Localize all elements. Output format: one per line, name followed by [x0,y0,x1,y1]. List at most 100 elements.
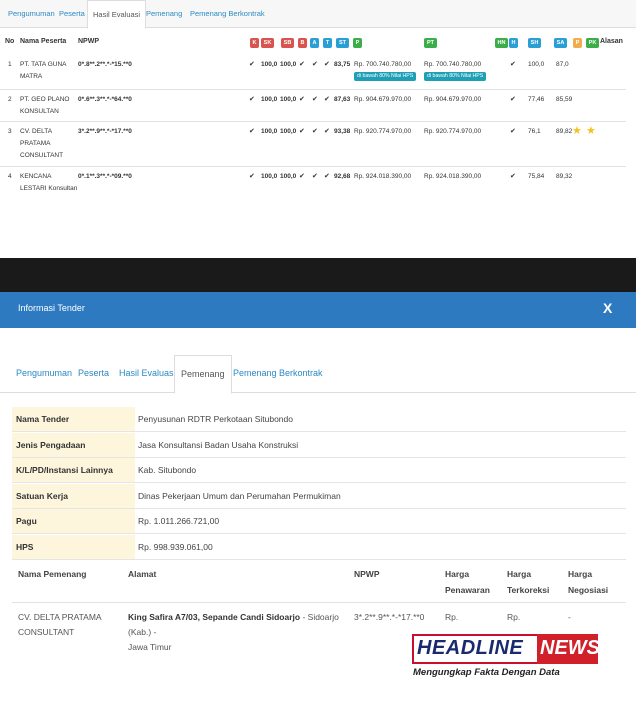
row-nama: PT. TATA GUNA [20,61,67,68]
field-value: Jasa Konsultansi Badan Usaha Konstruksi [138,439,299,450]
check-icon: ✔ [249,61,255,68]
field-row: Satuan Kerja Dinas Pekerjaan Umum dan Per… [12,483,626,509]
modal-tab-hasil-evaluasi[interactable]: Hasil Evaluasi [113,355,182,392]
modal-tab-pemenang[interactable]: Pemenang [174,355,232,394]
row-harga-terkoreksi: Rp. 920.774.970,00 [424,128,482,135]
check-icon: ✔ [324,128,330,135]
star-icon: ★ [586,125,596,137]
field-row: Nama Tender Penyusunan RDTR Perkotaan Sit… [12,407,626,432]
tab-hasil-evaluasi[interactable]: Hasil Evaluasi [87,0,147,29]
badge-p-13: P [573,38,582,48]
row-nama: KONSULTAN [20,108,59,115]
modal-tab-pemenang-berkontrak[interactable]: Pemenang Berkontrak [227,355,329,392]
modal-tab-peserta[interactable]: Peserta [72,355,115,392]
logo-text-headline: HEADLINE [417,637,524,659]
field-value: Dinas Pekerjaan Umum dan Perumahan Permu… [138,490,341,501]
winner-col-alamat: Alamat [128,569,157,579]
check-icon: ✔ [510,96,516,103]
col-no-header: No [5,38,15,45]
tab-pengumuman[interactable]: Pengumuman [3,0,60,27]
row-score-sb: 100,0 [280,173,297,180]
tab-pemenang[interactable]: Pemenang [141,0,187,27]
field-row: K/L/PD/Instansi Lainnya Kab. Situbondo [12,458,626,483]
row-sa: 85,59 [556,96,573,103]
below-hps-tag: di bawah 80% Nilai HPS [354,72,417,81]
close-icon[interactable]: X [603,300,612,316]
row-skor: 93,38 [334,128,351,135]
modal-title: Informasi Tender [18,303,85,313]
tab-pemenang-berkontrak[interactable]: Pemenang Berkontrak [185,0,270,27]
field-row: Pagu Rp. 1.011.266.721,00 [12,509,626,534]
check-icon: ✔ [299,96,305,103]
winner-nama: CV. DELTA PRATAMA CONSULTANT [18,612,102,637]
row-no: 4 [8,173,12,180]
row-harga-terkoreksi: Rp. 924.018.390,00 [424,173,482,180]
row-harga-penawaran: Rp. 904.679.970,00 [354,96,412,103]
badge-sb-2: SB [281,38,294,48]
winner-col-harga-terkoreksi: Harga Terkoreksi [507,569,550,595]
row-nama: PRATAMA [20,140,51,147]
tab-peserta[interactable]: Peserta [54,0,90,27]
badge-sa-12: SA [554,38,567,48]
winner-col-harga-penawaran: Harga Penawaran [445,569,490,595]
field-label: Jenis Pengadaan [12,432,135,457]
row-sh: 76,1 [528,128,541,135]
col-alasan-header: Alasan [600,38,623,45]
check-icon: ✔ [312,128,318,135]
field-row: HPS Rp. 998.939.061,00 [12,534,626,560]
check-icon: ✔ [312,96,318,103]
row-skor: 92,68 [334,173,351,180]
row-sa: 87,0 [556,61,569,68]
modal-tab-pengumuman[interactable]: Pengumuman [10,355,78,392]
row-npwp: 0*.6**.3**.*-*64.**0 [78,96,132,103]
row-score-sk: 100,0 [261,96,278,103]
row-nama: LESTARI Konsultan [20,185,78,192]
winner-npwp: 3*.2**.9**.*-*17.**0 [354,612,425,622]
check-icon: ✔ [249,173,255,180]
badge-pk-14: PK [586,38,599,48]
row-sa: 89,32 [556,173,573,180]
backdrop-band [0,258,636,294]
row-npwp: 3*.2**.9**.*-*17.**0 [78,128,132,135]
star-icon: ★ [572,125,582,137]
check-icon: ✔ [510,128,516,135]
check-icon: ✔ [299,61,305,68]
row-score-sb: 100,0 [280,96,297,103]
row-skor: 87,63 [334,96,351,103]
row-score-sk: 100,0 [261,128,278,135]
check-icon: ✔ [324,173,330,180]
winner-col-nama: Nama Pemenang [18,569,87,579]
row-sh: 100,0 [528,61,545,68]
badge-a-4: A [310,38,319,48]
row-divider [0,121,626,122]
field-label: Nama Tender [12,407,135,431]
row-harga-terkoreksi: Rp. 700.740.780,00 [424,61,482,68]
col-npwp-header: NPWP [78,38,99,45]
winner-col-harga-negosiasi: Harga Negosiasi [568,569,609,595]
badge-p-7: P [353,38,362,48]
row-skor: 83,75 [334,61,351,68]
check-icon: ✔ [312,61,318,68]
field-label: HPS [12,534,135,559]
badge-st-6: ST [336,38,349,48]
row-divider [0,89,626,90]
field-value: Rp. 998.939.061,00 [138,541,213,552]
badge-sh-11: SH [528,38,541,48]
field-row: Jenis Pengadaan Jasa Konsultansi Badan Us… [12,432,626,458]
field-value: Kab. Situbondo [138,465,197,475]
badge-pt-8: PT [424,38,437,48]
row-no: 3 [8,128,12,135]
row-no: 2 [8,96,12,103]
row-harga-penawaran: Rp. 920.774.970,00 [354,128,412,135]
row-nama: PT. GEO PLANO [20,96,70,103]
row-harga-penawaran: Rp. 700.740.780,00 [354,61,412,68]
logo-text-news: NEWS [540,637,600,659]
row-score-sb: 100,0 [280,128,297,135]
row-score-sk: 100,0 [261,61,278,68]
check-icon: ✔ [249,128,255,135]
row-score-sk: 100,0 [261,173,278,180]
modal-header [0,292,636,328]
row-nama: CONSULTANT [20,152,64,159]
col-nama-header: Nama Peserta [20,38,67,45]
row-nama: KENCANA [20,173,52,180]
